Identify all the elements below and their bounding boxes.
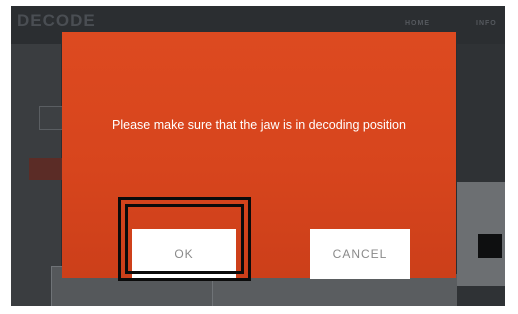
ok-highlight-inner-box xyxy=(125,204,244,274)
brand-logo: DECODE xyxy=(17,11,96,30)
nav-home[interactable]: HOME xyxy=(405,20,430,27)
nav-info[interactable]: INFO xyxy=(476,20,497,27)
cancel-button[interactable]: CANCEL xyxy=(310,229,410,279)
background-dark-button xyxy=(478,234,502,258)
screen: DECODE HOME INFO Please make sure that t… xyxy=(11,6,505,306)
dialog-message: Please make sure that the jaw is in deco… xyxy=(112,118,406,132)
device-frame: DECODE HOME INFO Please make sure that t… xyxy=(0,0,518,314)
